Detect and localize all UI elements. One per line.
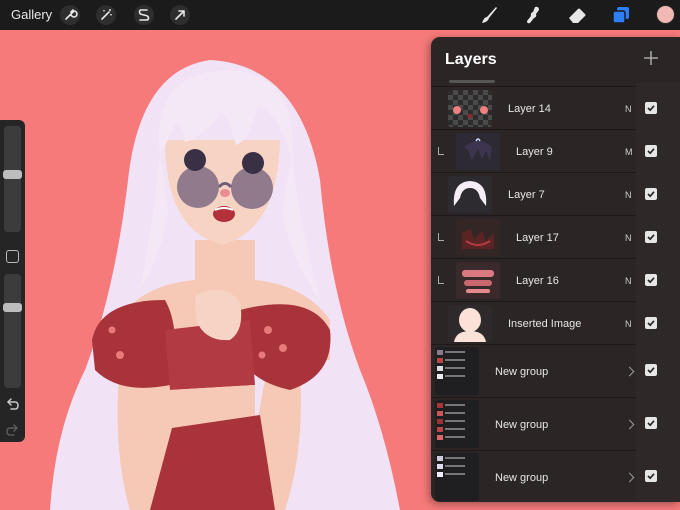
visibility-checkbox[interactable] [645, 102, 657, 114]
visibility-checkbox[interactable] [645, 317, 657, 329]
selection-icon[interactable] [133, 4, 155, 26]
layer-row[interactable]: Layer 7 N [431, 172, 636, 215]
visibility-checkbox[interactable] [645, 364, 657, 376]
layer-row[interactable]: Layer 14 N [431, 86, 636, 129]
layers-icon[interactable] [610, 4, 632, 26]
layer-name: Layer 16 [516, 275, 559, 287]
blend-mode[interactable]: N [625, 233, 632, 243]
layer-name: Layer 9 [516, 146, 553, 158]
visibility-checkbox[interactable] [645, 470, 657, 482]
group-row[interactable]: New group [431, 344, 636, 397]
blend-mode[interactable]: N [625, 276, 632, 286]
blend-mode[interactable]: N [625, 104, 632, 114]
group-thumbnail [435, 347, 479, 395]
gallery-button[interactable]: Gallery [11, 7, 52, 22]
modify-button[interactable] [6, 250, 19, 263]
visibility-column [636, 83, 680, 502]
redo-icon[interactable] [6, 424, 19, 436]
layer-row[interactable]: Layer 16 N [431, 258, 636, 301]
wrench-icon[interactable] [59, 4, 81, 26]
layer-thumbnail [456, 133, 500, 170]
blend-mode[interactable]: M [625, 147, 633, 157]
layer-name: Layer 7 [508, 189, 545, 201]
group-row[interactable]: New group [431, 397, 636, 450]
chevron-right-icon[interactable] [624, 472, 635, 483]
group-name: New group [495, 472, 549, 484]
top-toolbar: Gallery [0, 0, 680, 30]
clipping-mask-icon [438, 276, 444, 284]
layer-name: Layer 14 [508, 103, 551, 115]
visibility-checkbox[interactable] [645, 231, 657, 243]
blend-mode[interactable]: N [625, 319, 632, 329]
brush-size-slider[interactable] [3, 126, 22, 232]
clipping-mask-icon [438, 147, 444, 155]
layer-name: Layer 17 [516, 232, 559, 244]
brush-icon[interactable] [478, 4, 500, 26]
layer-thumbnail [448, 176, 492, 213]
opacity-slider[interactable] [3, 274, 22, 388]
visibility-checkbox[interactable] [645, 417, 657, 429]
panel-title: Layers [445, 51, 497, 68]
layer-thumbnail [448, 90, 492, 127]
group-name: New group [495, 419, 549, 431]
panel-divider [449, 80, 495, 83]
opacity-thumb[interactable] [3, 303, 22, 313]
left-sidebar [0, 120, 25, 442]
visibility-checkbox[interactable] [645, 274, 657, 286]
layer-name: Inserted Image [508, 318, 582, 330]
clipping-mask-icon [438, 233, 444, 241]
visibility-checkbox[interactable] [645, 188, 657, 200]
blend-mode[interactable]: N [625, 190, 632, 200]
chevron-right-icon[interactable] [624, 419, 635, 430]
add-layer-button[interactable] [642, 49, 660, 67]
layer-row[interactable]: Layer 17 N [431, 215, 636, 258]
transform-arrow-icon[interactable] [169, 4, 191, 26]
brush-size-thumb[interactable] [3, 169, 22, 179]
group-thumbnail [435, 453, 479, 501]
chevron-right-icon[interactable] [624, 366, 635, 377]
smudge-icon[interactable] [522, 4, 544, 26]
color-swatch[interactable] [656, 5, 675, 24]
group-name: New group [495, 366, 549, 378]
magic-wand-icon[interactable] [95, 4, 117, 26]
layer-thumbnail [456, 219, 500, 256]
layers-panel: Layers Layer 14 N Layer 9 M Layer 7 N La [431, 37, 680, 502]
group-thumbnail [435, 400, 479, 448]
undo-icon[interactable] [6, 398, 19, 410]
layer-row[interactable]: Layer 9 M [431, 129, 636, 172]
layer-thumbnail [448, 305, 492, 342]
layer-thumbnail [456, 262, 500, 299]
layer-row[interactable]: Inserted Image N [431, 301, 636, 344]
visibility-checkbox[interactable] [645, 145, 657, 157]
group-row[interactable]: New group [431, 450, 636, 502]
eraser-icon[interactable] [566, 4, 588, 26]
